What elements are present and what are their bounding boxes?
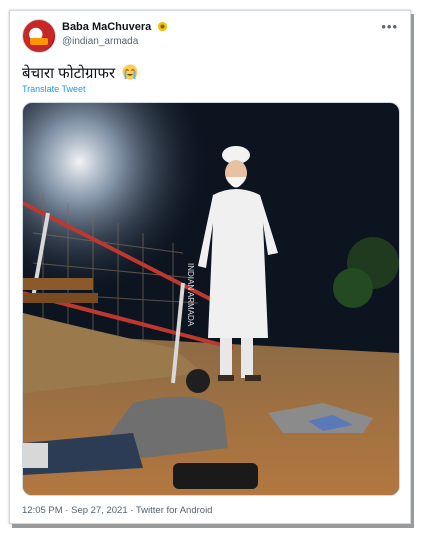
- sunflower-badge-icon: [158, 21, 168, 32]
- tweet-text: बेचारा फोटोग्राफर: [22, 63, 138, 83]
- tweet-header: Baba MaChuvera @indian_armada •••: [22, 19, 398, 61]
- tweet-timestamp[interactable]: 12:05 PM · Sep 27, 2021 · Twitter for An…: [22, 505, 212, 516]
- avatar[interactable]: [22, 19, 56, 53]
- photo-illustration: INDIAN ARMADA: [23, 103, 399, 495]
- tweet-card: Baba MaChuvera @indian_armada ••• बेचारा…: [9, 10, 411, 524]
- photo-watermark: INDIAN ARMADA: [186, 263, 195, 327]
- display-name[interactable]: Baba MaChuvera: [62, 21, 168, 33]
- tweet-photo[interactable]: INDIAN ARMADA: [22, 102, 400, 496]
- translate-tweet-link[interactable]: Translate Tweet: [22, 84, 86, 94]
- user-handle[interactable]: @indian_armada: [62, 36, 138, 47]
- display-name-text[interactable]: Baba MaChuvera: [62, 21, 151, 33]
- loudly-crying-face-icon: [122, 64, 138, 80]
- more-options-icon[interactable]: •••: [381, 19, 398, 34]
- tweet-text-content: बेचारा फोटोग्राफर: [22, 65, 116, 82]
